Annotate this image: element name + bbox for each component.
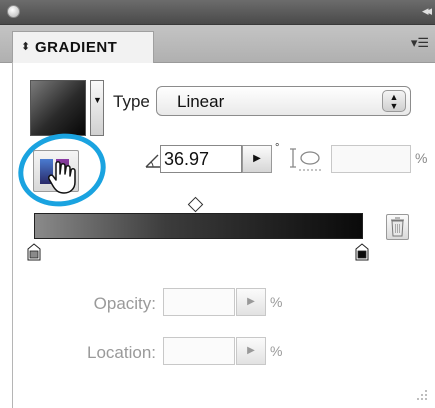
chevron-down-icon: ▼ — [93, 95, 102, 105]
type-label: Type — [113, 92, 150, 111]
angle-input[interactable]: 36.97 — [160, 145, 242, 173]
opacity-label: Opacity: — [93, 294, 156, 313]
degree-symbol: ° — [275, 142, 280, 154]
close-icon[interactable] — [7, 5, 20, 18]
hand-cursor-icon — [48, 161, 76, 194]
panel-title: GRADIENT — [35, 39, 118, 56]
swatch-dropdown-button[interactable]: ▼ — [90, 80, 104, 136]
aspect-ratio-input[interactable] — [331, 145, 411, 173]
gradient-slider[interactable] — [34, 213, 363, 239]
gradient-panel: ◂◂ ⬍ GRADIENT ▾☰ ▼ Type Linear ▲ ▼ 36.97 … — [0, 0, 435, 408]
resize-grip-icon[interactable] — [413, 386, 429, 402]
tab-arrows-icon[interactable]: ⬍ — [21, 40, 30, 53]
aspect-percent-label: % — [415, 150, 428, 166]
type-select[interactable]: Linear ▲ ▼ — [156, 86, 411, 116]
panel-menu-icon[interactable]: ▾☰ — [411, 35, 429, 51]
panel-border — [12, 62, 13, 408]
location-dropdown-button[interactable]: ▶ — [236, 337, 266, 365]
gradient-swatch[interactable] — [30, 80, 86, 136]
opacity-dropdown-button[interactable]: ▶ — [236, 288, 266, 316]
trash-icon — [391, 217, 404, 237]
collapse-panel-icon[interactable]: ◂◂ — [422, 3, 432, 19]
select-arrows-icon: ▲ ▼ — [382, 90, 406, 112]
opacity-input[interactable] — [163, 288, 235, 316]
gradient-stop-start[interactable] — [27, 243, 41, 261]
tab-gradient[interactable]: ⬍ GRADIENT — [12, 31, 154, 63]
location-label: Location: — [87, 343, 156, 362]
panel-tab-row: ⬍ GRADIENT ▾☰ — [0, 25, 435, 63]
location-percent-label: % — [270, 343, 283, 359]
gradient-stop-end[interactable] — [355, 243, 369, 261]
opacity-percent-label: % — [270, 294, 283, 310]
location-input[interactable] — [163, 337, 235, 365]
type-value: Linear — [177, 92, 225, 111]
aspect-ratio-icon — [290, 148, 321, 171]
panel-title-bar: ◂◂ — [0, 0, 435, 25]
angle-dropdown-button[interactable]: ▶ — [242, 145, 272, 173]
delete-stop-button[interactable] — [386, 214, 409, 240]
gradient-midpoint[interactable] — [187, 196, 204, 213]
